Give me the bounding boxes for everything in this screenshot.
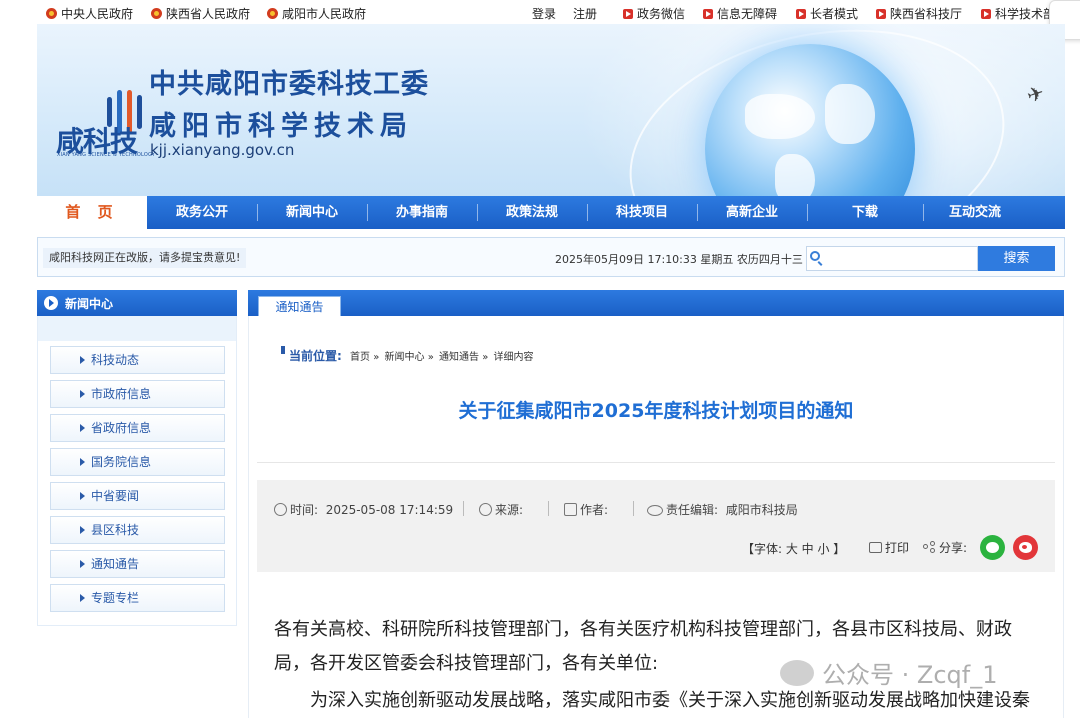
breadcrumb: 首页 » 新闻中心 » 通知通告 » 详细内容 [350, 352, 534, 363]
national-emblem-icon [151, 8, 162, 19]
content-header-bar [248, 290, 1064, 316]
breadcrumb-label: 当前位置: [289, 349, 342, 363]
wechat-icon [986, 542, 999, 553]
register-link[interactable]: 注册 [573, 5, 597, 22]
sidebar-item-tech-news[interactable]: 科技动态 [50, 346, 225, 374]
weibo-share-button[interactable] [1013, 535, 1038, 560]
main-nav: 首 页 政务公开 新闻中心 办事指南 政策法规 科技项目 高新企业 下载 互动交… [37, 196, 1065, 229]
site-notice: 咸阳科技网正在改版，请多提宝贵意见! [43, 248, 247, 268]
logo-subtext: XIAN YANG SCIENCE & TECHNOLOGY [57, 152, 156, 158]
eye-icon [647, 505, 663, 516]
search-icon [810, 251, 820, 261]
play-icon [981, 9, 991, 19]
search-field[interactable] [806, 246, 978, 271]
meta-source: 来源: [479, 501, 523, 518]
breadcrumb-current: 详细内容 [493, 352, 534, 363]
national-emblem-icon [46, 8, 57, 19]
compass-icon [479, 503, 492, 516]
font-size-selector[interactable]: 【字体: 大 中 小 】 [742, 540, 845, 557]
top-bar: 中央人民政府 陕西省人民政府 咸阳市人民政府 登录 注册 政务微信 信息无障碍 … [0, 0, 1080, 24]
share-icon [923, 541, 936, 553]
nav-policies[interactable]: 政策法规 [477, 196, 587, 229]
print-button[interactable]: 打印 [869, 539, 909, 556]
sidebar-header: 新闻中心 [37, 290, 237, 316]
weibo-icon [1019, 542, 1032, 553]
link-accessibility[interactable]: 信息无障碍 [703, 5, 777, 22]
printer-icon [869, 542, 882, 553]
play-icon [703, 9, 713, 19]
breadcrumb-home[interactable]: 首页 [350, 352, 370, 363]
article-meta: 时间: 2025-05-08 17:14:59 来源: 作者: 责任编辑: 咸阳… [257, 480, 1055, 572]
sidebar-item-major-news[interactable]: 中省要闻 [50, 482, 225, 510]
nav-hightech[interactable]: 高新企业 [697, 196, 807, 229]
document-icon [564, 503, 577, 516]
search-input[interactable] [825, 249, 975, 268]
current-datetime: 2025年05月09日 17:10:33 星期五 农历四月十三 [555, 253, 803, 266]
link-shaanxi-gov[interactable]: 陕西省人民政府 [151, 5, 250, 22]
sidebar-item-county-tech[interactable]: 县区科技 [50, 516, 225, 544]
site-title-line1: 中共咸阳市委科技工委 [149, 69, 429, 100]
tab-notices[interactable]: 通知通告 [258, 296, 341, 318]
site-url: kjj.xianyang.gov.cn [150, 141, 295, 159]
breadcrumb-notices[interactable]: 通知通告 [439, 352, 479, 363]
sidebar-item-notices[interactable]: 通知通告 [50, 550, 225, 578]
editor-name: 咸阳市科技局 [725, 503, 798, 517]
nav-service-guide[interactable]: 办事指南 [367, 196, 477, 229]
sidebar: 科技动态 市政府信息 省政府信息 国务院信息 中省要闻 县区科技 通知通告 专题… [37, 316, 237, 626]
info-bar: 咸阳科技网正在改版，请多提宝贵意见! 2025年05月09日 17:10:33 … [37, 237, 1065, 277]
breadcrumb-news-center[interactable]: 新闻中心 [385, 352, 425, 363]
meta-editor: 责任编辑: 咸阳市科技局 [647, 501, 798, 518]
nav-news-center[interactable]: 新闻中心 [257, 196, 367, 229]
article-title: 关于征集咸阳市2025年度科技计划项目的通知 [458, 400, 854, 422]
site-banner: ✈ 咸科技 XIAN YANG SCIENCE & TECHNOLOGY 中共咸… [37, 24, 1065, 196]
link-shaanxi-sci-dept[interactable]: 陕西省科技厅 [876, 5, 962, 22]
meta-author: 作者: [564, 501, 608, 518]
site-title-line2: 咸阳市科学技术局 [149, 111, 413, 142]
wechat-logo-icon [780, 660, 814, 686]
search-button[interactable]: 搜索 [978, 246, 1055, 271]
wechat-share-button[interactable] [980, 535, 1005, 560]
nav-download[interactable]: 下载 [807, 196, 923, 229]
divider [257, 462, 1055, 463]
link-gov-wechat[interactable]: 政务微信 [623, 5, 685, 22]
play-icon [796, 9, 806, 19]
nav-interaction[interactable]: 互动交流 [923, 196, 1027, 229]
sidebar-item-province-gov[interactable]: 省政府信息 [50, 414, 225, 442]
clock-icon [274, 503, 287, 516]
nav-gov-affairs[interactable]: 政务公开 [147, 196, 257, 229]
arrow-circle-icon [44, 296, 58, 310]
nav-projects[interactable]: 科技项目 [587, 196, 697, 229]
link-elder-mode[interactable]: 长者模式 [796, 5, 858, 22]
breadcrumb-marker-icon [281, 346, 285, 354]
watermark: 公众号 · Zcqf_1 [780, 655, 997, 690]
sidebar-item-special-topics[interactable]: 专题专栏 [50, 584, 225, 612]
share-label: 分享: [923, 539, 967, 556]
national-emblem-icon [267, 8, 278, 19]
sidebar-item-state-council[interactable]: 国务院信息 [50, 448, 225, 476]
sidebar-title: 新闻中心 [65, 297, 114, 311]
login-link[interactable]: 登录 [532, 5, 556, 22]
play-icon [623, 9, 633, 19]
publish-time: 2025-05-08 17:14:59 [325, 503, 454, 517]
sidebar-item-city-gov[interactable]: 市政府信息 [50, 380, 225, 408]
nav-home[interactable]: 首 页 [37, 196, 147, 229]
meta-time: 时间: 2025-05-08 17:14:59 [274, 501, 453, 518]
link-central-gov[interactable]: 中央人民政府 [46, 5, 133, 22]
link-xianyang-gov[interactable]: 咸阳市人民政府 [267, 5, 366, 22]
play-icon [876, 9, 886, 19]
